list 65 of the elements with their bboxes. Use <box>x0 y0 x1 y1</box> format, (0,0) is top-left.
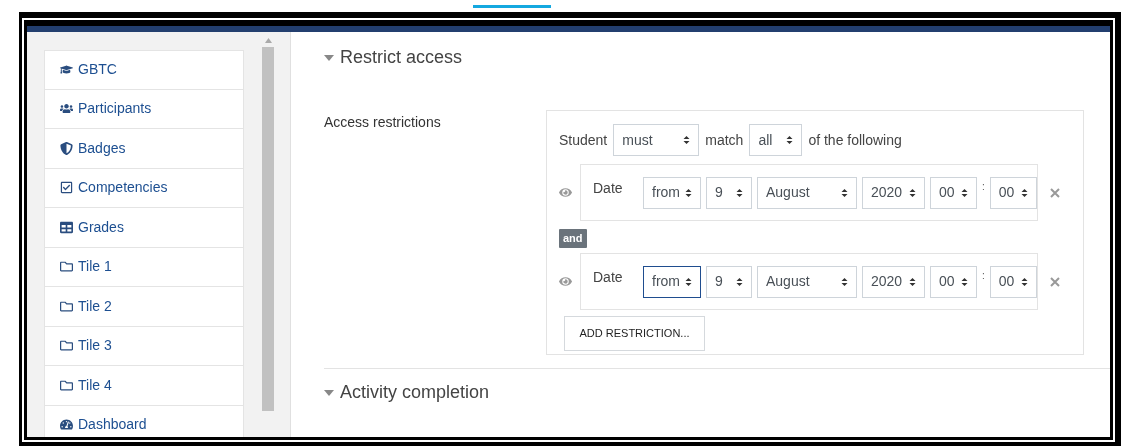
collapse-triangle-icon[interactable] <box>324 54 334 61</box>
minute-select[interactable]: 00 <box>989 176 1037 209</box>
close-icon[interactable] <box>1050 276 1060 287</box>
direction-select[interactable]: from <box>643 265 701 298</box>
sort-caret-icon <box>1020 276 1028 287</box>
folder-icon <box>60 339 73 353</box>
sort-caret-icon <box>683 135 691 145</box>
sidebar-item[interactable]: GBTC <box>44 50 244 90</box>
sidebar-item[interactable]: Tile 3 <box>44 326 244 366</box>
sort-caret-icon <box>909 187 916 198</box>
field-label: of the following <box>808 130 902 150</box>
sort-caret-icon <box>685 187 692 198</box>
section-heading[interactable]: Restrict access <box>340 44 463 71</box>
month-select[interactable]: August <box>757 176 857 209</box>
sort-caret-icon <box>961 276 968 287</box>
sort-caret-icon <box>841 276 848 287</box>
checkbox-icon <box>60 181 73 195</box>
time-separator: : <box>982 180 985 194</box>
sidebar-item[interactable]: Dashboard <box>44 405 244 437</box>
field-label: Date <box>593 179 624 198</box>
minute-select[interactable]: 00 <box>989 265 1037 298</box>
sidebar-item[interactable]: Competencies <box>44 168 244 208</box>
folder-icon <box>60 299 73 313</box>
sidebar-item[interactable]: Tile 1 <box>44 247 244 287</box>
time-separator: : <box>982 269 985 283</box>
sidebar-item[interactable]: Participants <box>44 89 244 129</box>
gauge-icon <box>60 418 73 432</box>
year-select[interactable]: 2020 <box>862 176 925 209</box>
users-icon <box>60 102 73 116</box>
sidebar-item[interactable]: Badges <box>44 129 244 169</box>
month-select[interactable]: August <box>757 265 857 298</box>
folder-icon <box>60 260 73 274</box>
shield-icon <box>60 141 73 155</box>
hour-select[interactable]: 00 <box>930 176 977 209</box>
year-select[interactable]: 2020 <box>862 265 925 298</box>
direction-select[interactable]: from <box>643 176 701 209</box>
sidebar-item[interactable]: Tile 4 <box>44 366 244 406</box>
sidebar-item[interactable]: Grades <box>44 208 244 248</box>
scroll-up-arrow-icon[interactable] <box>264 38 272 43</box>
hour-select[interactable]: 00 <box>930 265 977 298</box>
add-restriction-button[interactable]: ADD RESTRICTION... <box>564 316 705 351</box>
must-select[interactable]: must <box>613 124 700 156</box>
field-label: Access restrictions <box>324 113 442 132</box>
sort-caret-icon <box>909 276 916 287</box>
collapse-triangle-icon[interactable] <box>324 389 334 396</box>
folder-icon <box>60 378 73 392</box>
field-label: Student <box>559 130 608 150</box>
sidebar-item[interactable]: Tile 2 <box>44 287 244 327</box>
day-select[interactable]: 9 <box>706 265 752 298</box>
field-label: match <box>705 130 744 150</box>
close-icon[interactable] <box>1050 187 1060 198</box>
sort-caret-icon <box>786 135 794 145</box>
match-select[interactable]: all <box>749 124 803 156</box>
scrollbar-thumb[interactable] <box>262 47 274 411</box>
sort-caret-icon <box>736 187 743 198</box>
and-badge: and <box>559 229 587 248</box>
sort-caret-icon <box>736 276 743 287</box>
sort-caret-icon <box>1020 187 1028 198</box>
sort-caret-icon <box>841 187 848 198</box>
section-heading[interactable]: Activity completion <box>340 379 490 406</box>
table-icon <box>60 220 73 234</box>
sort-caret-icon <box>961 187 968 198</box>
field-label: Date <box>593 268 624 287</box>
sort-caret-icon <box>685 276 692 287</box>
day-select[interactable]: 9 <box>706 176 752 209</box>
